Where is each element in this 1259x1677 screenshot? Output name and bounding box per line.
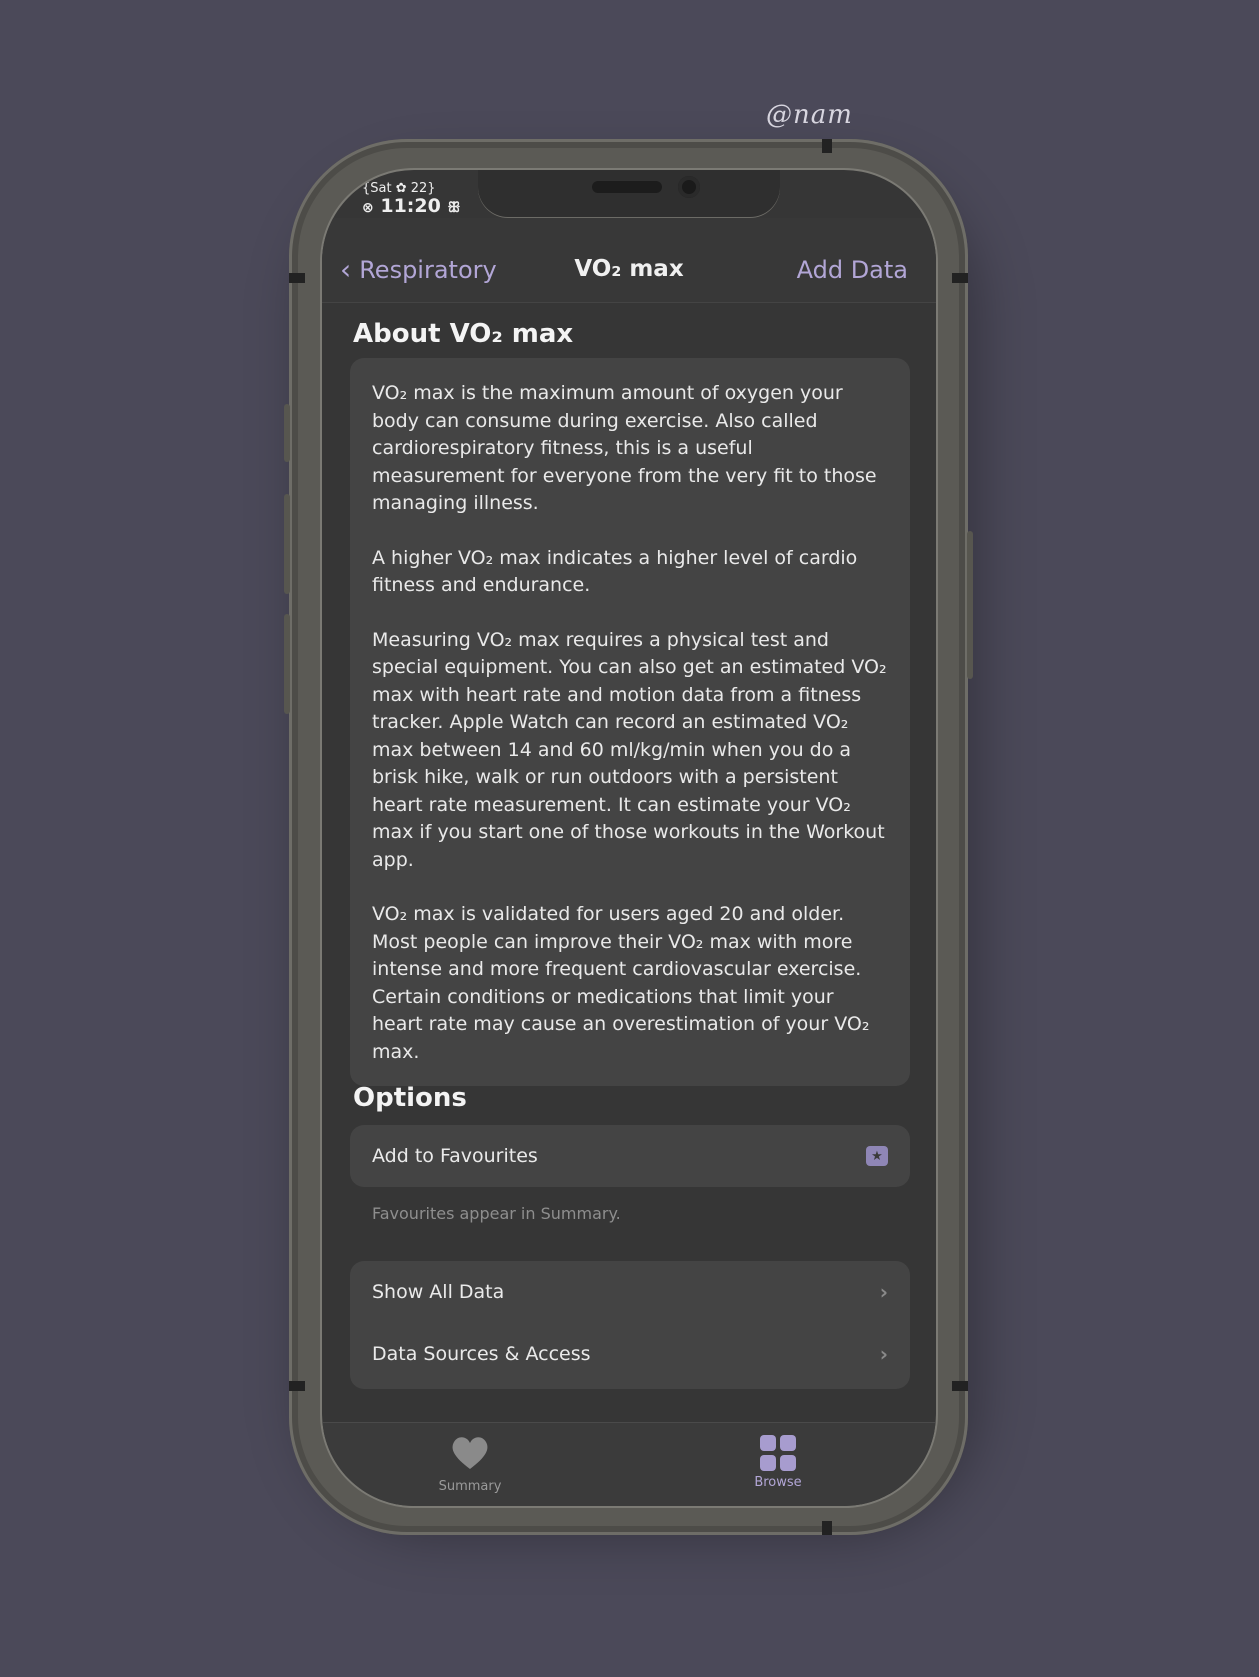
add-to-favourites-row[interactable]: Add to Favourites ★ [350,1125,910,1187]
speaker-grille [592,181,662,193]
data-sources-label: Data Sources & Access [372,1343,591,1365]
chevron-right-icon: › [879,1342,888,1366]
tab-summary[interactable]: Summary [410,1435,530,1494]
status-right-icon: ꕥ [447,200,461,216]
grid-icon [760,1435,796,1471]
about-card: VO₂ max is the maximum amount of oxygen … [350,358,910,1086]
about-paragraph: VO₂ max is validated for users aged 20 a… [372,903,870,1063]
screen: {Sat ✿ 22} ⊗ 11:20 ꕥ ‹ Respiratory VO₂ m… [322,170,936,1506]
favourites-card: Add to Favourites ★ [350,1125,910,1187]
data-options-card: Show All Data › Data Sources & Access › [350,1261,910,1389]
tab-summary-label: Summary [438,1479,502,1494]
favourites-label: Add to Favourites [372,1145,538,1167]
notch [478,170,780,218]
volume-up-button [284,494,290,594]
options-title: Options [353,1083,467,1113]
data-sources-access-row[interactable]: Data Sources & Access › [350,1323,910,1385]
content-scroll[interactable]: About VO₂ max VO₂ max is the maximum amo… [322,303,936,1423]
favourites-footnote: Favourites appear in Summary. [372,1204,621,1223]
tab-browse-label: Browse [754,1475,802,1490]
status-bar: {Sat ✿ 22} ⊗ 11:20 ꕥ [362,182,460,216]
navigation-bar: ‹ Respiratory VO₂ max Add Data [322,218,936,303]
front-camera [678,176,700,198]
about-paragraph: A higher VO₂ max indicates a higher leve… [372,546,858,597]
status-time: 11:20 [380,195,441,217]
tab-browse[interactable]: Browse [718,1435,838,1490]
heart-icon [452,1437,488,1469]
antenna-band [952,273,968,283]
about-paragraph: Measuring VO₂ max requires a physical te… [372,628,887,871]
status-date: {Sat ✿ 22} [362,181,436,196]
tab-bar: Summary Browse [322,1422,936,1506]
star-icon[interactable]: ★ [866,1146,888,1166]
antenna-band [289,1381,305,1391]
show-all-data-row[interactable]: Show All Data › [350,1261,910,1323]
power-button [967,531,973,679]
about-title: About VO₂ max [353,319,574,349]
volume-down-button [284,614,290,714]
antenna-band [952,1381,968,1391]
show-all-data-label: Show All Data [372,1281,505,1303]
add-data-button[interactable]: Add Data [797,256,908,284]
antenna-band [822,1521,832,1535]
signature: @nam [766,100,853,130]
status-left-icon: ⊗ [362,200,374,216]
chevron-right-icon: › [879,1280,888,1304]
mute-switch [284,404,290,462]
antenna-band [289,273,305,283]
about-paragraph: VO₂ max is the maximum amount of oxygen … [372,382,877,514]
antenna-band [822,139,832,153]
